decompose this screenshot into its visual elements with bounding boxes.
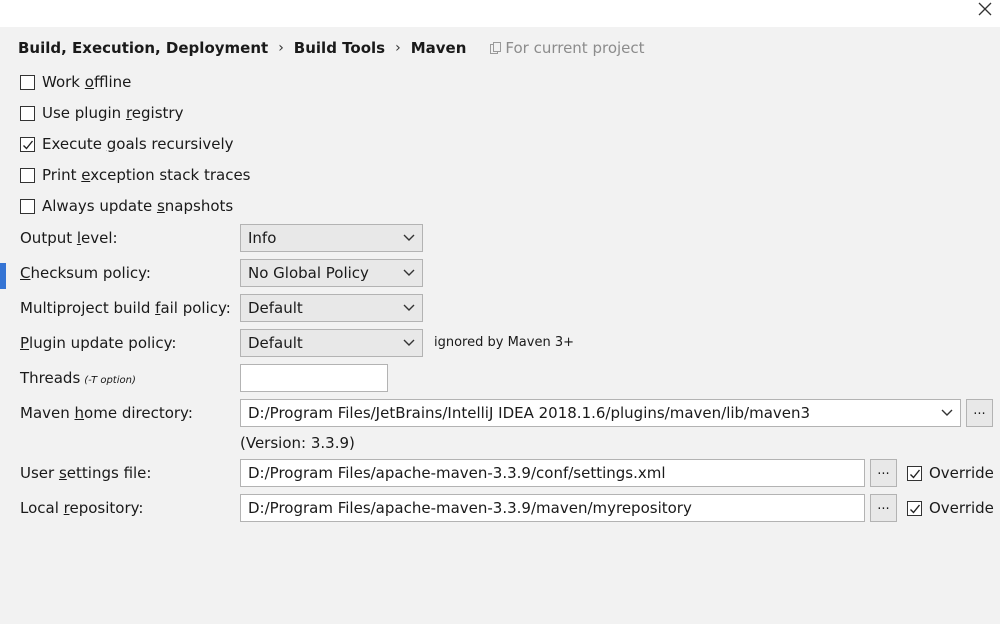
chevron-down-icon bbox=[403, 339, 415, 346]
checkbox-box[interactable] bbox=[20, 136, 35, 152]
override-label: Override bbox=[929, 499, 994, 517]
checkbox-box[interactable] bbox=[20, 167, 35, 183]
user-settings-browse-button[interactable]: ... bbox=[870, 459, 897, 487]
threads-note: (-T option) bbox=[84, 375, 136, 386]
work-offline-checkbox[interactable]: Work offline bbox=[20, 71, 131, 93]
checkmark-icon bbox=[910, 504, 921, 514]
maven-home-label: Maven home directory: bbox=[20, 404, 193, 422]
execute-goals-recursively-checkbox[interactable]: Execute goals recursively bbox=[20, 133, 234, 155]
override-label: Override bbox=[929, 464, 994, 482]
checkbox-box[interactable] bbox=[907, 465, 922, 481]
chevron-down-icon bbox=[941, 409, 953, 416]
user-settings-label: User settings file: bbox=[20, 464, 152, 482]
plugin-update-policy-label: Plugin update policy: bbox=[20, 334, 177, 352]
multiproject-fail-policy-dropdown[interactable]: Default bbox=[240, 294, 423, 322]
user-settings-override-checkbox[interactable]: Override bbox=[907, 459, 994, 487]
plugin-update-hint: ignored by Maven 3+ bbox=[434, 335, 574, 350]
close-icon[interactable] bbox=[976, 0, 994, 18]
checksum-policy-dropdown[interactable]: No Global Policy bbox=[240, 259, 423, 287]
checkbox-box[interactable] bbox=[20, 105, 35, 121]
dropdown-value: Default bbox=[248, 299, 303, 317]
maven-home-combobox[interactable]: D:/Program Files/JetBrains/IntelliJ IDEA… bbox=[240, 399, 961, 427]
threads-input[interactable] bbox=[240, 364, 388, 392]
plugin-update-policy-dropdown[interactable]: Default bbox=[240, 329, 423, 357]
local-repository-override-checkbox[interactable]: Override bbox=[907, 494, 994, 522]
checkbox-label: Print exception stack traces bbox=[42, 166, 251, 184]
breadcrumb-separator: › bbox=[278, 40, 284, 56]
local-repository-browse-button[interactable]: ... bbox=[870, 494, 897, 522]
chevron-down-icon bbox=[403, 269, 415, 276]
checkmark-icon bbox=[910, 469, 921, 479]
project-scope-icon bbox=[490, 42, 502, 54]
threads-label: Threads (-T option) bbox=[20, 369, 136, 387]
breadcrumb-item-build-execution-deployment[interactable]: Build, Execution, Deployment bbox=[18, 39, 268, 57]
always-update-snapshots-checkbox[interactable]: Always update snapshots bbox=[20, 195, 233, 217]
chevron-down-icon bbox=[403, 304, 415, 311]
checkbox-box[interactable] bbox=[20, 198, 35, 214]
output-level-label: Output level: bbox=[20, 229, 118, 247]
maven-version-label: (Version: 3.3.9) bbox=[240, 434, 355, 452]
breadcrumb: Build, Execution, Deployment › Build Too… bbox=[18, 37, 645, 59]
maven-home-value: D:/Program Files/JetBrains/IntelliJ IDEA… bbox=[248, 404, 811, 422]
breadcrumb-separator: › bbox=[395, 40, 401, 56]
use-plugin-registry-checkbox[interactable]: Use plugin registry bbox=[20, 102, 183, 124]
checksum-policy-label: Checksum policy: bbox=[20, 264, 151, 282]
dropdown-value: No Global Policy bbox=[248, 264, 369, 282]
breadcrumb-item-maven: Maven bbox=[410, 39, 467, 57]
output-level-dropdown[interactable]: Info bbox=[240, 224, 423, 252]
local-repository-input[interactable]: D:/Program Files/apache-maven-3.3.9/mave… bbox=[240, 494, 865, 522]
maven-home-browse-button[interactable]: ... bbox=[966, 399, 993, 427]
selection-accent-bar bbox=[0, 263, 6, 289]
dropdown-value: Default bbox=[248, 334, 303, 352]
user-settings-input[interactable]: D:/Program Files/apache-maven-3.3.9/conf… bbox=[240, 459, 865, 487]
checkmark-icon bbox=[23, 140, 34, 150]
checkbox-box[interactable] bbox=[907, 500, 922, 516]
multiproject-fail-policy-label: Multiproject build fail policy: bbox=[20, 299, 231, 317]
chevron-down-icon bbox=[403, 234, 415, 241]
checkbox-label: Use plugin registry bbox=[42, 104, 184, 122]
checkbox-label: Execute goals recursively bbox=[42, 135, 234, 153]
scope-label: For current project bbox=[505, 39, 645, 57]
checkbox-label: Always update snapshots bbox=[42, 197, 234, 215]
checkbox-label: Work offline bbox=[42, 73, 132, 91]
checkbox-box[interactable] bbox=[20, 74, 35, 90]
print-exception-stack-traces-checkbox[interactable]: Print exception stack traces bbox=[20, 164, 250, 186]
local-repository-label: Local repository: bbox=[20, 499, 144, 517]
dropdown-value: Info bbox=[248, 229, 277, 247]
scope-indicator: For current project bbox=[490, 39, 645, 57]
dialog-titlebar bbox=[0, 0, 1000, 27]
breadcrumb-item-build-tools[interactable]: Build Tools bbox=[294, 39, 385, 57]
